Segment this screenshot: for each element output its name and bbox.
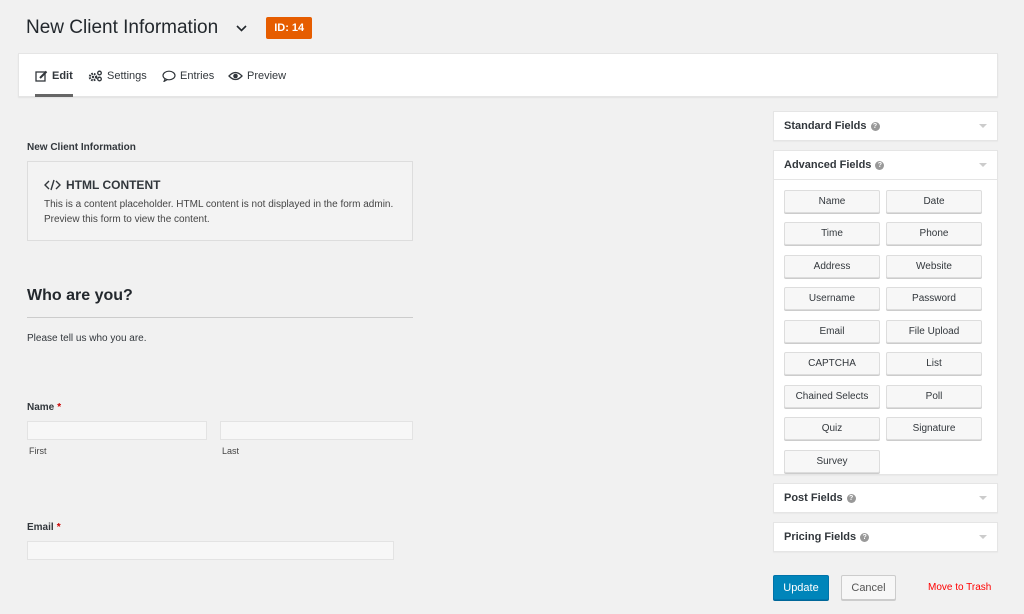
add-field-website[interactable]: Website bbox=[886, 254, 982, 278]
section-divider bbox=[27, 317, 413, 318]
comment-icon bbox=[162, 70, 176, 82]
add-field-username[interactable]: Username bbox=[784, 287, 880, 311]
standard-fields-header[interactable]: Standard Fields ? bbox=[774, 112, 997, 140]
tab-edit[interactable]: Edit bbox=[35, 54, 73, 97]
required-marker: * bbox=[56, 522, 61, 533]
cancel-button[interactable]: Cancel bbox=[841, 575, 896, 600]
code-icon bbox=[44, 179, 61, 191]
update-button[interactable]: Update bbox=[773, 575, 829, 600]
add-field-list[interactable]: List bbox=[886, 352, 982, 376]
first-name-input[interactable] bbox=[27, 421, 207, 440]
post-fields-label: Post Fields bbox=[784, 492, 843, 504]
advanced-fields-label: Advanced Fields bbox=[784, 159, 872, 171]
name-field-label[interactable]: Name * bbox=[27, 402, 61, 413]
name-label-text: Name bbox=[27, 402, 55, 413]
add-field-poll[interactable]: Poll bbox=[886, 384, 982, 408]
add-field-name[interactable]: Name bbox=[784, 190, 880, 213]
page-header: New Client Information ID: 14 bbox=[26, 14, 313, 42]
add-field-file-upload[interactable]: File Upload bbox=[886, 319, 982, 343]
last-name-input[interactable] bbox=[220, 421, 413, 440]
add-field-quiz[interactable]: Quiz bbox=[784, 417, 880, 441]
advanced-fields-panel: Advanced Fields ? Name Date Time Phone A… bbox=[773, 150, 998, 475]
html-content-description: This is a content placeholder. HTML cont… bbox=[44, 199, 394, 225]
pricing-fields-header[interactable]: Pricing Fields ? bbox=[774, 523, 997, 551]
caret-down-icon bbox=[979, 124, 987, 128]
add-field-email[interactable]: Email bbox=[784, 319, 880, 343]
move-to-trash-link[interactable]: Move to Trash bbox=[928, 582, 991, 593]
tab-preview[interactable]: Preview bbox=[228, 54, 286, 97]
form-toolbar: Edit Settings Entries Preview bbox=[18, 53, 998, 97]
first-name-sublabel: First bbox=[29, 446, 47, 456]
caret-down-icon bbox=[979, 496, 987, 500]
caret-down-icon bbox=[979, 163, 987, 167]
help-icon[interactable]: ? bbox=[875, 160, 885, 170]
add-field-survey[interactable]: Survey bbox=[784, 449, 880, 473]
tab-entries[interactable]: Entries bbox=[162, 54, 214, 97]
form-switcher-chevron-icon[interactable] bbox=[234, 21, 248, 35]
post-fields-panel: Post Fields ? bbox=[773, 483, 998, 513]
advanced-fields-header[interactable]: Advanced Fields ? bbox=[774, 151, 997, 179]
last-name-sublabel: Last bbox=[222, 446, 240, 456]
add-field-captcha[interactable]: CAPTCHA bbox=[784, 352, 880, 376]
email-field-label[interactable]: Email * bbox=[27, 522, 61, 533]
tab-entries-label: Entries bbox=[180, 69, 215, 82]
post-fields-header[interactable]: Post Fields ? bbox=[774, 484, 997, 512]
tab-settings[interactable]: Settings bbox=[88, 54, 147, 97]
html-content-title: HTML CONTENT bbox=[66, 178, 161, 192]
help-icon[interactable]: ? bbox=[846, 493, 856, 503]
add-field-date[interactable]: Date bbox=[886, 190, 982, 213]
edit-icon bbox=[35, 70, 48, 82]
add-field-address[interactable]: Address bbox=[784, 254, 880, 278]
form-name-heading: New Client Information bbox=[27, 142, 136, 153]
section-description: Please tell us who you are. bbox=[27, 333, 147, 344]
advanced-fields-buttons: Name Date Time Phone Address Website Use… bbox=[774, 179, 997, 474]
tab-settings-label: Settings bbox=[107, 69, 147, 82]
add-field-chained-selects[interactable]: Chained Selects bbox=[784, 384, 880, 408]
tab-preview-label: Preview bbox=[247, 69, 287, 82]
tab-edit-label: Edit bbox=[52, 69, 73, 82]
add-field-password[interactable]: Password bbox=[886, 287, 982, 311]
page-title: New Client Information bbox=[26, 17, 219, 38]
section-title[interactable]: Who are you? bbox=[27, 287, 133, 305]
pricing-fields-label: Pricing Fields bbox=[784, 531, 857, 543]
email-input[interactable] bbox=[27, 541, 394, 560]
gears-icon bbox=[88, 70, 102, 81]
standard-fields-label: Standard Fields bbox=[784, 120, 867, 132]
add-field-time[interactable]: Time bbox=[784, 222, 880, 246]
standard-fields-panel: Standard Fields ? bbox=[773, 111, 998, 141]
html-content-field[interactable]: HTML CONTENT This is a content placehold… bbox=[27, 161, 413, 241]
help-icon[interactable]: ? bbox=[860, 532, 870, 542]
form-id-badge: ID: 14 bbox=[266, 17, 313, 39]
caret-down-icon bbox=[979, 535, 987, 539]
email-label-text: Email bbox=[27, 522, 54, 533]
html-content-title-row: HTML CONTENT bbox=[44, 178, 396, 192]
required-marker: * bbox=[57, 402, 62, 413]
help-icon[interactable]: ? bbox=[870, 121, 880, 131]
pricing-fields-panel: Pricing Fields ? bbox=[773, 522, 998, 552]
eye-icon bbox=[228, 71, 243, 80]
add-field-phone[interactable]: Phone bbox=[886, 222, 982, 246]
add-field-signature[interactable]: Signature bbox=[886, 417, 982, 441]
